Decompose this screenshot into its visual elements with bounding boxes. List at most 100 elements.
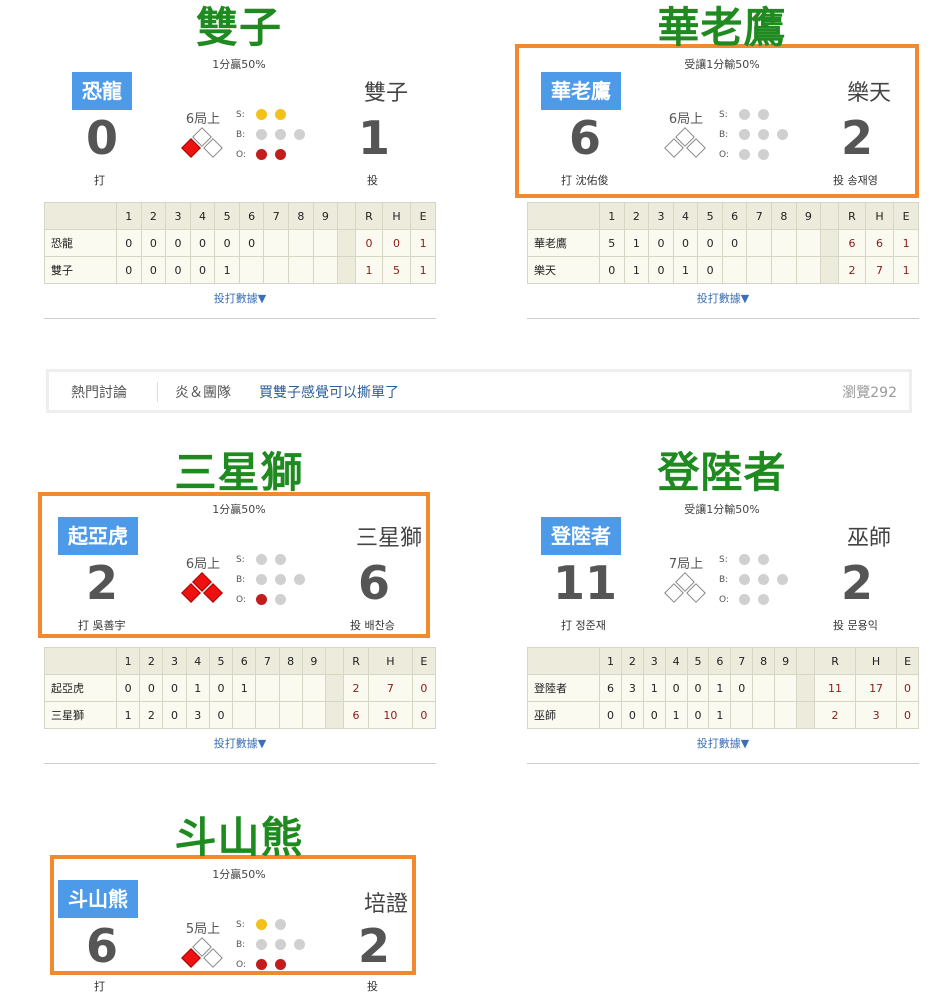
- count-dot: [275, 554, 286, 565]
- topic-tag[interactable]: 炎＆團隊: [175, 382, 231, 402]
- handicap-text: 1分贏50%: [212, 58, 266, 71]
- table-cell: [288, 256, 314, 284]
- topic-link[interactable]: 買雙子感覺可以撕單了: [259, 382, 399, 402]
- table-cell: H: [368, 647, 413, 675]
- table-cell: [301, 701, 326, 729]
- table-cell: 0: [162, 674, 187, 702]
- table-row: 華老鷹 5 1 0 0 0 0 6 6 1: [527, 229, 919, 257]
- box-score-link[interactable]: 投打數據▼: [527, 290, 919, 306]
- table-cell: 6: [238, 202, 265, 230]
- home-team-name[interactable]: 三星獅: [356, 520, 422, 552]
- table-cell: 三星獅: [44, 701, 117, 729]
- away-team-badge[interactable]: 華老鷹: [541, 72, 621, 110]
- count-label: B:: [719, 575, 729, 585]
- away-team-badge[interactable]: 起亞虎: [58, 517, 138, 555]
- table-cell: 2: [620, 647, 644, 675]
- table-cell: 1: [599, 647, 622, 675]
- box-score-link[interactable]: 投打數據▼: [44, 290, 436, 306]
- table-cell: 1: [185, 674, 210, 702]
- away-team-badge[interactable]: 恐龍: [72, 72, 132, 110]
- game-title: 華老鷹: [657, 3, 787, 52]
- table-cell: 2: [139, 701, 164, 729]
- table-cell: 2: [814, 701, 857, 729]
- table-cell: 1: [115, 647, 141, 675]
- table-row: 樂天 0 1 0 1 0 2 7 1: [527, 256, 919, 284]
- linescore-table: 123456789RHE 恐龍 0 0 0 0 0 0 0 0 1 雙子 0 0 0 0 1 1 5 1: [44, 202, 436, 284]
- game-card: 三星獅 1分贏50% 起亞虎 三星獅 2 6 打 吳善宇 投 배찬승 6局上 S…: [38, 445, 444, 765]
- count-label: O:: [719, 595, 729, 605]
- divider: [44, 763, 436, 764]
- count-label: S:: [719, 110, 728, 120]
- table-row: 登陸者 6 3 1 0 0 1 0 11 17 0: [527, 674, 919, 702]
- table-row: 恐龍 0 0 0 0 0 0 0 0 1: [44, 229, 436, 257]
- divider: [527, 763, 919, 764]
- table-cell: 6: [864, 229, 895, 257]
- table-cell: 雙子: [44, 256, 117, 284]
- count-dot: [294, 939, 305, 950]
- table-cell: [337, 229, 357, 257]
- box-score-link[interactable]: 投打數據▼: [527, 735, 919, 751]
- table-cell: 8: [278, 647, 303, 675]
- home-team-name[interactable]: 樂天: [847, 75, 891, 107]
- linescore-table: 123456789RHE 登陸者 6 3 1 0 0 1 0 11 17 0 巫師 0 0 0 1 0 1 2 3 0: [527, 647, 919, 729]
- table-cell: [730, 701, 754, 729]
- table-cell: 1: [893, 229, 919, 257]
- table-cell: [527, 202, 600, 230]
- table-cell: E: [411, 647, 437, 675]
- home-score: 1: [357, 111, 390, 165]
- table-cell: 巫師: [527, 701, 600, 729]
- bases-diamond: [178, 572, 224, 609]
- count-dot: [256, 919, 267, 930]
- table-cell: [337, 202, 357, 230]
- table-cell: 11: [814, 674, 857, 702]
- count-dot: [256, 959, 267, 970]
- table-cell: [746, 256, 773, 284]
- count-dot: [256, 129, 267, 140]
- table-cell: 0: [896, 674, 919, 702]
- home-team-name[interactable]: 巫師: [847, 520, 891, 552]
- count-dot: [294, 574, 305, 585]
- bases-diamond: [178, 127, 224, 164]
- table-cell: [278, 701, 303, 729]
- count-label: O:: [719, 150, 729, 160]
- table-cell: 1: [410, 256, 436, 284]
- linescore-table: 123456789RHE 華老鷹 5 1 0 0 0 0 6 6 1 樂天 0 1 0 1 0 2 7 1: [527, 202, 919, 284]
- home-team-name[interactable]: 雙子: [364, 75, 408, 107]
- table-cell: 3: [642, 647, 666, 675]
- away-team-badge[interactable]: 登陸者: [541, 517, 621, 555]
- table-cell: 7: [746, 202, 773, 230]
- count-label: O:: [236, 150, 246, 160]
- table-cell: 5: [686, 647, 710, 675]
- table-cell: [301, 674, 326, 702]
- table-cell: 2: [140, 202, 167, 230]
- game-card: 登陸者 受讓1分輸50% 登陸者 巫師 11 2 打 정준재 投 문용익 7局上…: [527, 445, 927, 765]
- table-cell: 0: [686, 701, 710, 729]
- table-cell: 0: [214, 229, 240, 257]
- table-cell: 0: [116, 229, 142, 257]
- table-cell: 3: [185, 701, 210, 729]
- bases-diamond: [661, 572, 707, 609]
- table-cell: [795, 229, 822, 257]
- table-cell: 1: [599, 202, 625, 230]
- away-score: 2: [85, 556, 118, 610]
- table-cell: [820, 229, 840, 257]
- away-team-badge[interactable]: 斗山熊: [58, 880, 138, 918]
- table-cell: [795, 256, 822, 284]
- table-cell: 10: [368, 701, 413, 729]
- table-cell: 1: [355, 256, 383, 284]
- away-score: 11: [552, 556, 617, 610]
- divider: [44, 318, 436, 319]
- game-card: 雙子 1分贏50% 恐龍 雙子 0 1 打 投 6局上 S: B: O: 123…: [44, 0, 444, 320]
- table-cell: 0: [116, 256, 142, 284]
- table-row: 雙子 0 0 0 0 1 1 5 1: [44, 256, 436, 284]
- table-cell: [796, 647, 816, 675]
- table-cell: [324, 647, 344, 675]
- count-dot: [256, 149, 267, 160]
- table-cell: [796, 674, 816, 702]
- table-cell: 6: [708, 647, 732, 675]
- table-cell: 2: [139, 647, 164, 675]
- count-dot: [758, 149, 769, 160]
- box-score-link[interactable]: 投打數據▼: [44, 735, 436, 751]
- home-team-name[interactable]: 培證: [364, 886, 408, 918]
- batter-name: 打: [94, 174, 105, 187]
